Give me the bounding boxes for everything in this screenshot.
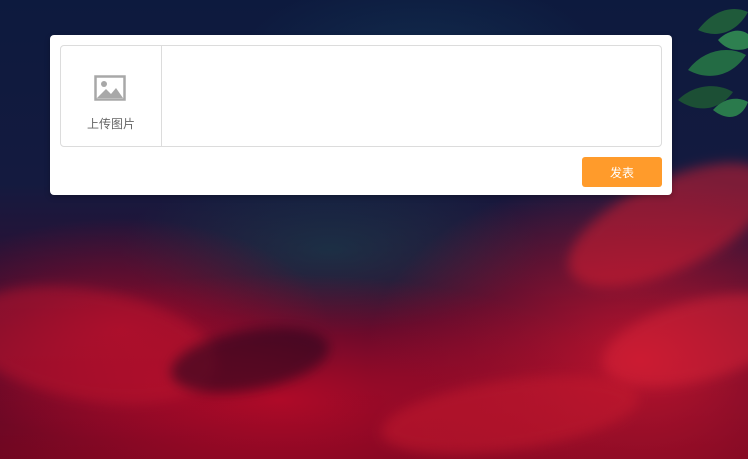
background-fold [376,362,644,459]
publish-button[interactable]: 发表 [582,157,662,187]
upload-image-label: 上传图片 [86,117,135,131]
image-icon [94,75,126,101]
composer-editor: 上传图片 [60,45,662,147]
post-content-input[interactable] [162,46,661,146]
upload-image-button[interactable]: 上传图片 [61,46,162,146]
post-composer-card: 上传图片 发表 [50,35,672,195]
background-fold [0,268,228,422]
